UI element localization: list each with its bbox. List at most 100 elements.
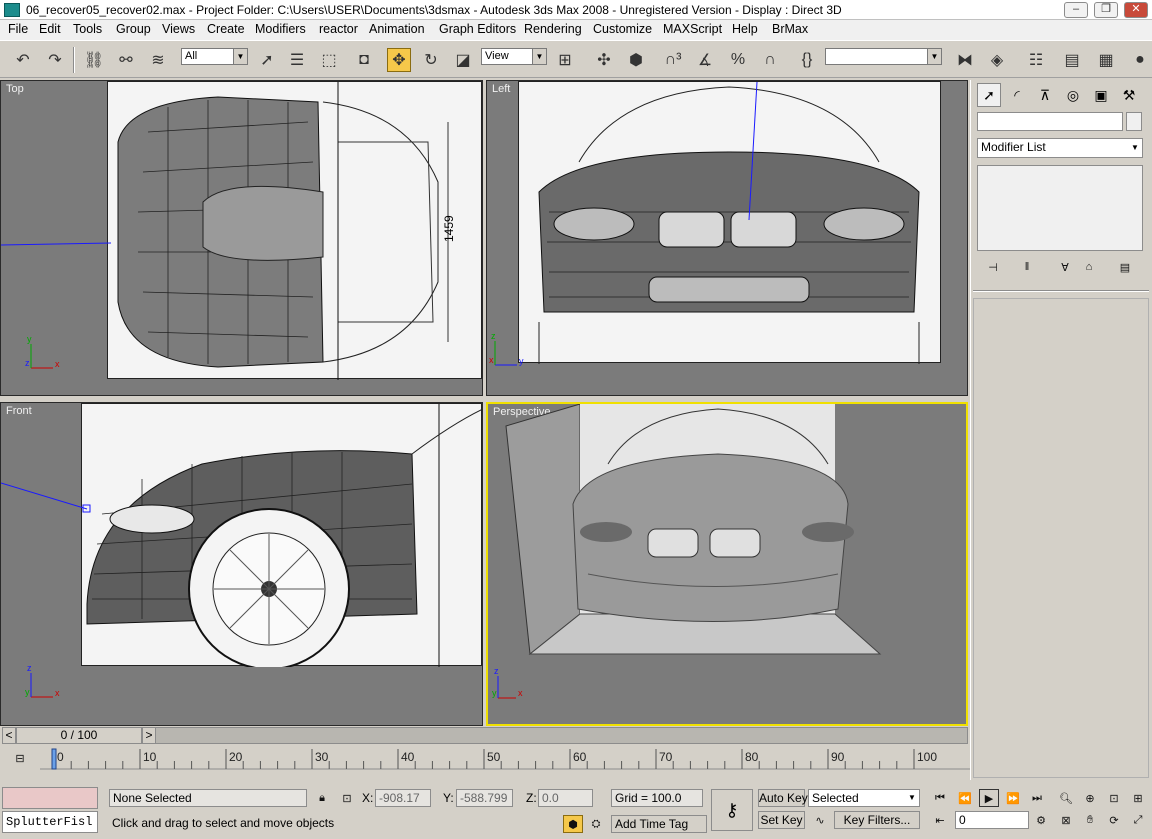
time-slider-next-button[interactable]: >	[142, 727, 156, 744]
hierarchy-tab-icon[interactable]: ⊼	[1033, 83, 1057, 107]
z-coordinate-field[interactable]: 0.0	[538, 789, 593, 807]
previous-frame-icon[interactable]: ⏪	[955, 789, 975, 807]
selection-filter-select[interactable]: All ▼	[181, 48, 248, 65]
object-color-swatch[interactable]	[1126, 112, 1142, 131]
time-slider-thumb[interactable]: 0 / 100	[16, 727, 142, 744]
viewport-top[interactable]: Top 1459 y x z	[0, 80, 483, 396]
modify-tab-icon[interactable]: ◜	[1005, 83, 1029, 107]
viewport-label-front[interactable]: Front	[6, 405, 32, 417]
add-time-tag-button[interactable]: Add Time Tag	[611, 815, 707, 833]
track-bar-ruler[interactable]: 0 10 20 30 40 50 60 70 80 90 100	[40, 747, 970, 777]
remove-modifier-icon[interactable]: ⌂	[1079, 258, 1099, 276]
select-and-scale-icon[interactable]: ◪	[451, 48, 475, 72]
menu-customize[interactable]: Customize	[593, 22, 652, 36]
menu-brmax[interactable]: BrMax	[772, 22, 808, 36]
menu-maxscript[interactable]: MAXScript	[663, 22, 722, 36]
arc-rotate-icon[interactable]: ⟳	[1104, 811, 1124, 829]
viewport-left[interactable]: Left z y x	[486, 80, 968, 396]
maxscript-mini-listener[interactable]: SplutterFisl	[2, 811, 98, 833]
zoom-all-icon[interactable]: ⊕	[1080, 789, 1100, 807]
rectangular-selection-icon[interactable]: ⬚	[317, 48, 341, 72]
x-coordinate-field[interactable]: -908.17	[375, 789, 431, 807]
undo-icon[interactable]: ↶	[11, 48, 35, 72]
viewport-label-top[interactable]: Top	[6, 83, 24, 95]
menu-edit[interactable]: Edit	[39, 22, 61, 36]
menu-reactor[interactable]: reactor	[319, 22, 358, 36]
snaps-toggle-icon[interactable]: ∩³	[661, 48, 685, 72]
menu-animation[interactable]: Animation	[369, 22, 425, 36]
named-selection-sets-select[interactable]: ▼	[825, 48, 942, 65]
menu-rendering[interactable]: Rendering	[524, 22, 582, 36]
unlink-icon[interactable]: ⚯	[114, 48, 138, 72]
show-end-result-icon[interactable]: ‖	[1017, 258, 1037, 276]
redo-icon[interactable]: ↷	[43, 48, 67, 72]
time-configuration-icon[interactable]: ⚙	[1031, 811, 1051, 829]
zoom-icon[interactable]: 🔍︎	[1056, 789, 1076, 807]
make-unique-icon[interactable]: ∀	[1055, 258, 1075, 276]
reference-coordinate-select[interactable]: View ▼	[481, 48, 547, 65]
y-coordinate-field[interactable]: -588.799	[456, 789, 513, 807]
menu-tools[interactable]: Tools	[73, 22, 102, 36]
go-to-start-icon[interactable]: ⏮	[930, 789, 950, 807]
time-slider[interactable]: < 0 / 100 >	[0, 727, 970, 747]
object-name-field[interactable]	[977, 112, 1123, 131]
menu-modifiers[interactable]: Modifiers	[255, 22, 306, 36]
key-tangent-icon[interactable]: ∿	[810, 811, 830, 829]
keyboard-shortcut-override-icon[interactable]: ⬢	[624, 48, 648, 72]
configure-modifier-sets-icon[interactable]: ▤	[1115, 258, 1135, 276]
go-to-end-icon[interactable]: ⏭	[1027, 789, 1047, 807]
create-tab-icon[interactable]: ➚	[977, 83, 1001, 107]
bind-to-space-warp-icon[interactable]: ≋	[146, 48, 170, 72]
select-by-name-icon[interactable]: ☰	[285, 48, 309, 72]
utilities-tab-icon[interactable]: ⚒	[1117, 83, 1141, 107]
menu-group[interactable]: Group	[116, 22, 151, 36]
schematic-view-icon[interactable]: ▦	[1094, 48, 1118, 72]
field-of-view-icon[interactable]: ⊠	[1056, 811, 1076, 829]
viewport-front[interactable]: Front z x y	[0, 402, 483, 726]
select-object-icon[interactable]: ➚	[255, 48, 279, 72]
material-editor-icon[interactable]: ●	[1128, 48, 1152, 72]
key-filters-button[interactable]: Key Filters...	[834, 811, 920, 829]
window-crossing-icon[interactable]: ◘	[352, 48, 376, 72]
viewport-perspective[interactable]: Perspective zxy	[486, 402, 968, 726]
minimize-button[interactable]: –	[1064, 2, 1088, 18]
current-frame-field[interactable]: 0	[955, 811, 1029, 829]
layer-manager-icon[interactable]: ☷	[1024, 48, 1048, 72]
motion-tab-icon[interactable]: ◎	[1061, 83, 1085, 107]
current-frame-marker[interactable]	[51, 748, 57, 770]
modifier-stack[interactable]	[977, 165, 1143, 251]
key-mode-select[interactable]: Selected ▼	[808, 789, 920, 807]
angle-snap-icon[interactable]: ∡	[693, 48, 717, 72]
spinner-snap-icon[interactable]: ∩	[758, 48, 782, 72]
restore-button[interactable]: ❐	[1094, 2, 1118, 18]
maxscript-mini-listener-top[interactable]	[2, 787, 98, 809]
select-and-link-icon[interactable]: ⛓	[82, 48, 106, 72]
display-tab-icon[interactable]: ▣	[1089, 83, 1113, 107]
auto-key-button[interactable]: Auto Key	[758, 789, 808, 807]
app-icon[interactable]	[4, 3, 20, 17]
adaptive-degradation-icon[interactable]: ⛭	[586, 815, 606, 833]
zoom-extents-icon[interactable]: ⊡	[1104, 789, 1124, 807]
play-icon[interactable]: ▶	[979, 789, 999, 807]
select-and-move-icon[interactable]: ✥	[387, 48, 411, 72]
maximize-viewport-icon[interactable]: ⤢	[1128, 811, 1148, 829]
zoom-extents-all-icon[interactable]: ⊞	[1128, 789, 1148, 807]
percent-snap-icon[interactable]: %	[726, 48, 750, 72]
set-key-button[interactable]: Set Key	[758, 811, 805, 829]
track-bar[interactable]: ⊟ 0 10 20 30 40 50 60 70 80 90 100	[0, 747, 970, 777]
time-slider-track[interactable]	[142, 727, 968, 744]
close-button[interactable]: ✕	[1124, 2, 1148, 18]
menu-help[interactable]: Help	[732, 22, 758, 36]
select-and-rotate-icon[interactable]: ↻	[419, 48, 443, 72]
menu-create[interactable]: Create	[207, 22, 245, 36]
pan-view-icon[interactable]: ✋︎	[1080, 811, 1100, 829]
next-frame-icon[interactable]: ⏩	[1003, 789, 1023, 807]
viewport-label-left[interactable]: Left	[492, 83, 510, 95]
align-icon[interactable]: ◈	[985, 48, 1009, 72]
menu-file[interactable]: File	[8, 22, 28, 36]
set-key-icon[interactable]: ⚷	[711, 789, 753, 831]
key-mode-toggle-icon[interactable]: ⇤	[930, 811, 950, 829]
menu-views[interactable]: Views	[162, 22, 195, 36]
select-and-manipulate-icon[interactable]: ✣	[592, 48, 616, 72]
lock-icon[interactable]: 🔒︎	[312, 789, 332, 807]
